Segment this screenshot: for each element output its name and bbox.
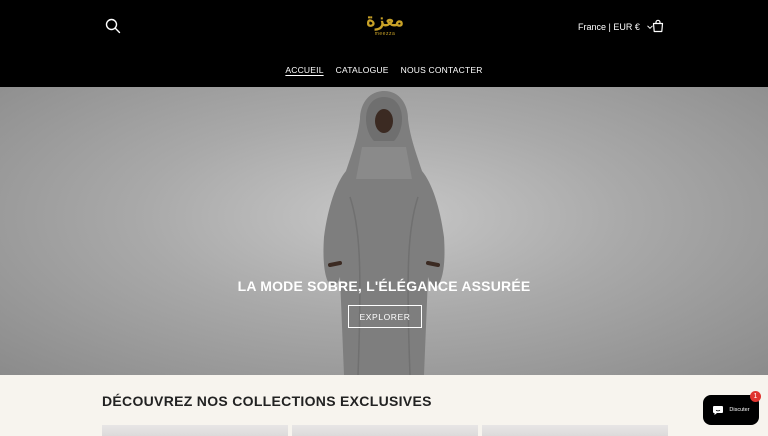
collection-card[interactable] xyxy=(102,425,288,436)
logo-latin-text: meezza xyxy=(374,31,396,37)
logo-arabic-text: معزة xyxy=(366,10,404,31)
chat-bubble-icon xyxy=(713,406,724,415)
notification-badge: 1 xyxy=(750,391,761,402)
search-icon[interactable] xyxy=(104,17,122,35)
explore-button[interactable]: EXPLORER xyxy=(348,305,422,328)
chat-button-label: Discuter xyxy=(729,407,750,413)
country-currency-selector[interactable]: France | EUR € xyxy=(578,20,654,34)
hero-title: LA MODE SOBRE, L'ÉLÉGANCE ASSURÉE xyxy=(237,278,531,294)
collection-card[interactable] xyxy=(482,425,668,436)
collections-heading: DÉCOUVREZ NOS COLLECTIONS EXCLUSIVES xyxy=(102,393,432,409)
nav-item-accueil[interactable]: ACCUEIL xyxy=(285,63,323,77)
cart-icon[interactable] xyxy=(650,18,666,34)
brand-logo[interactable]: معزة meezza xyxy=(362,12,408,38)
hero-model-image xyxy=(323,91,445,375)
collection-card[interactable] xyxy=(292,425,478,436)
nav-item-catalogue[interactable]: CATALOGUE xyxy=(336,63,389,77)
nav-item-contact[interactable]: NOUS CONTACTER xyxy=(401,63,483,77)
main-navigation: ACCUEIL CATALOGUE NOUS CONTACTER xyxy=(0,63,768,77)
locale-label: France | EUR € xyxy=(578,22,640,32)
site-header: معزة meezza France | EUR € ACCUEIL CATAL… xyxy=(0,0,768,87)
hero-banner: LA MODE SOBRE, L'ÉLÉGANCE ASSURÉE EXPLOR… xyxy=(0,87,768,375)
